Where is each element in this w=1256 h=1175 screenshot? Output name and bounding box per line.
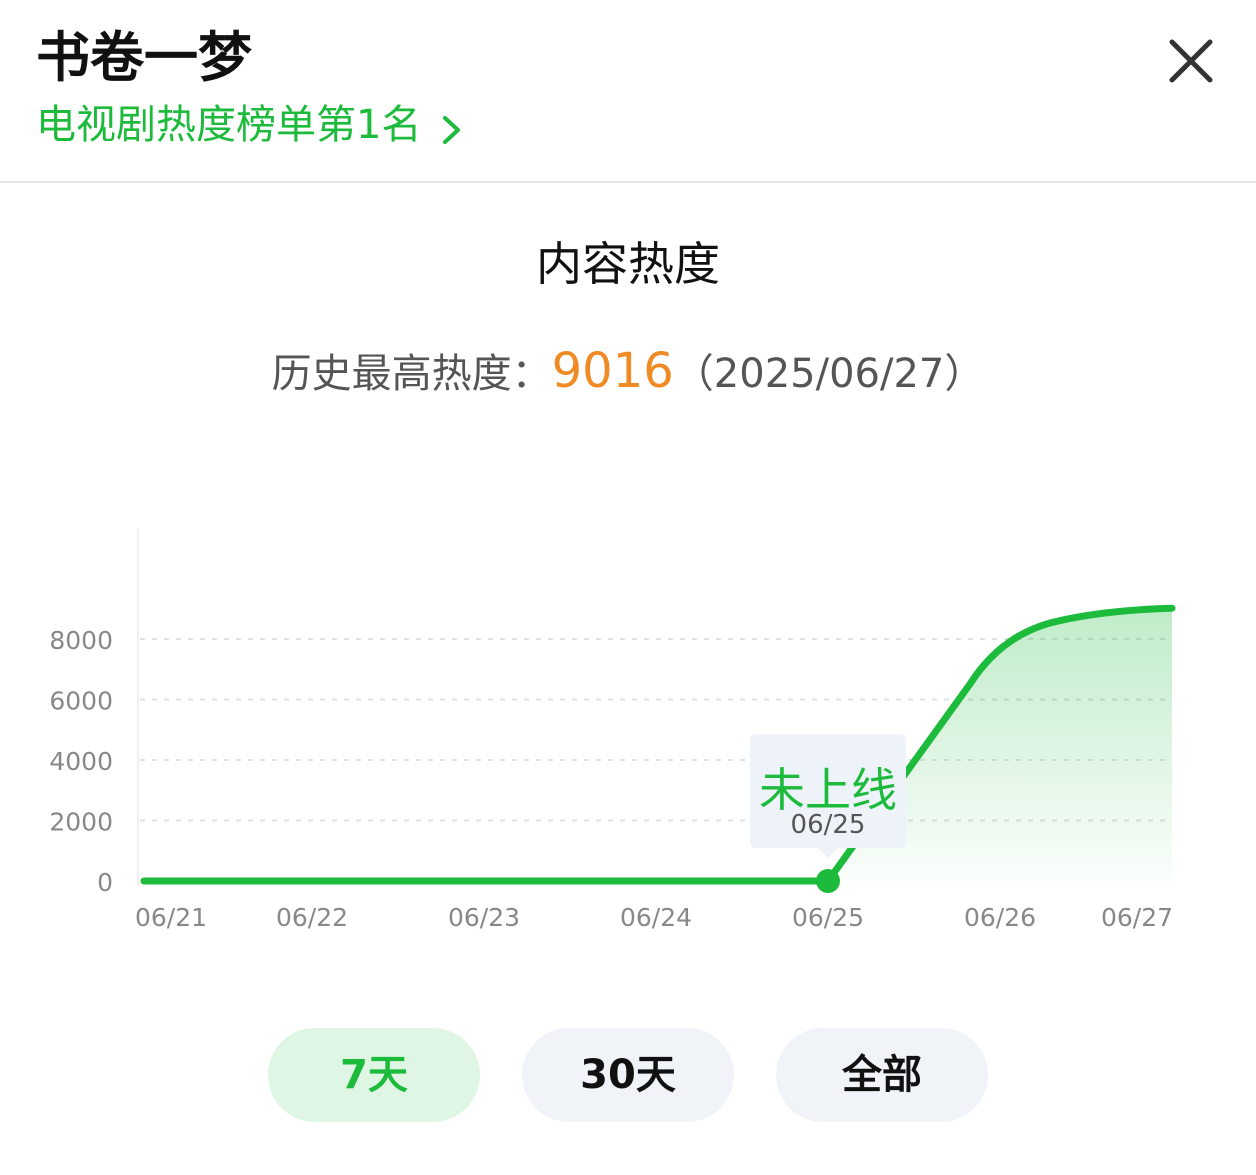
y-tick-label: 4000 [49,747,113,776]
area-fill [144,608,1172,881]
close-icon[interactable] [1160,30,1222,92]
range-button-7d[interactable]: 7天 [268,1028,480,1122]
x-tick-label: 06/22 [276,903,348,932]
x-tick-label: 06/23 [448,903,520,932]
data-points [816,869,840,893]
history-date: （2025/06/27） [673,351,985,397]
highlight-point[interactable] [816,869,840,893]
x-tick-labels: 06/21 06/22 06/23 06/24 06/25 06/26 06/27 [135,903,1173,932]
x-tick-label: 06/21 [135,903,207,932]
section-title: 内容热度 [536,237,720,291]
y-tick-label: 0 [97,868,113,897]
y-tick-label: 6000 [49,687,113,716]
y-tick-label: 8000 [49,626,113,655]
header: 书卷一梦 电视剧热度榜单第1名 [0,0,1256,183]
rank-text: 电视剧热度榜单第1名 [36,102,422,148]
x-tick-label: 06/27 [1101,903,1173,932]
range-button-all[interactable]: 全部 [776,1028,988,1122]
x-tick-label: 06/25 [792,903,864,932]
y-tick-labels: 0 2000 4000 6000 8000 [49,626,113,897]
x-tick-label: 06/24 [620,903,692,932]
x-tick-label: 06/26 [964,903,1036,932]
heat-chart: 02000400060008000 06/21 06/22 06/23 06/24 06… [49,528,1176,932]
history-value: 9016 [551,343,674,399]
history-label: 历史最高热度： [271,351,552,397]
history-max: 历史最高热度：9016（2025/06/27） [0,340,1256,405]
page-title: 书卷一梦 [36,26,252,89]
tooltip-arrow [816,846,840,858]
rank-link[interactable]: 电视剧热度榜单第1名 [36,96,469,154]
range-button-30d[interactable]: 30天 [522,1028,734,1122]
y-tick-label: 2000 [49,808,113,837]
chevron-right-icon [443,116,461,144]
tooltip-date: 06/25 [790,810,866,840]
